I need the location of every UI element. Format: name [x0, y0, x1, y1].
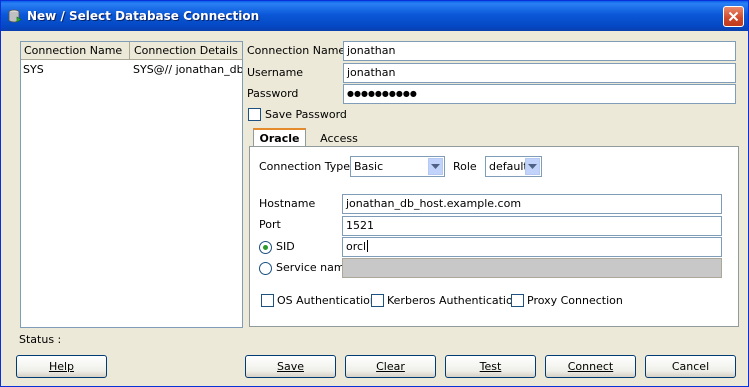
sid-input[interactable]: orcl [342, 237, 722, 257]
connection-type-value: Basic [354, 160, 384, 173]
close-button[interactable] [723, 6, 744, 27]
help-button[interactable]: Help [16, 355, 107, 378]
save-button[interactable]: Save [245, 355, 336, 378]
role-select[interactable]: default [485, 156, 542, 177]
column-header-connection-details[interactable]: Connection Details [131, 42, 242, 60]
sid-value: orcl [346, 240, 367, 253]
test-button[interactable]: Test [445, 355, 536, 378]
test-button-label: Test [479, 360, 502, 373]
connect-button[interactable]: Connect [545, 355, 636, 378]
service-name-label: Service name [276, 261, 352, 274]
hostname-input[interactable]: jonathan_db_host.example.com [342, 194, 722, 214]
text-cursor [367, 240, 369, 252]
role-label: Role [453, 160, 477, 173]
status-label: Status : [19, 333, 62, 346]
connection-details-cell: SYS@// jonathan_db... [133, 63, 242, 76]
connect-button-label: Connect [567, 360, 614, 373]
password-input[interactable]: ●●●●●●●●●● [343, 84, 736, 104]
kerberos-authentication-checkbox[interactable] [371, 294, 384, 307]
clear-button[interactable]: Clear [345, 355, 436, 378]
proxy-connection-label: Proxy Connection [527, 294, 623, 307]
password-label: Password [247, 87, 299, 100]
help-button-label: Help [48, 360, 75, 373]
service-name-radio[interactable] [259, 262, 272, 275]
hostname-label: Hostname [259, 197, 316, 210]
save-password-checkbox[interactable] [248, 108, 261, 121]
connection-type-select[interactable]: Basic [350, 156, 445, 177]
save-password-label: Save Password [265, 108, 347, 121]
oracle-tab-panel: Connection Type Basic Role default Hostn… [249, 146, 739, 327]
service-name-input [342, 258, 722, 278]
chevron-down-icon [428, 158, 443, 175]
port-input[interactable]: 1521 [342, 216, 722, 236]
os-authentication-checkbox[interactable] [261, 294, 274, 307]
proxy-connection-checkbox[interactable] [511, 294, 524, 307]
sid-radio[interactable] [259, 241, 272, 254]
tab-oracle[interactable]: Oracle [253, 128, 306, 148]
radio-selected-dot [263, 245, 268, 250]
connection-name-label: Connection Name [247, 44, 346, 57]
dialog-body: Connection Name Connection Details SYS S… [4, 32, 745, 384]
connection-name-input[interactable]: jonathan [343, 41, 736, 61]
chevron-down-icon [525, 158, 540, 175]
cancel-button[interactable]: Cancel [645, 355, 736, 378]
column-header-connection-name[interactable]: Connection Name [21, 42, 130, 60]
username-input[interactable]: jonathan [343, 63, 736, 83]
close-icon [728, 11, 739, 22]
table-row[interactable]: SYS SYS@// jonathan_db... [21, 61, 242, 79]
connection-name-cell: SYS [23, 63, 44, 76]
port-label: Port [259, 218, 281, 231]
window-title: New / Select Database Connection [27, 9, 260, 23]
os-authentication-label: OS Authentication [277, 294, 377, 307]
save-button-label: Save [276, 360, 304, 373]
database-icon [8, 9, 22, 23]
connection-type-label: Connection Type [259, 160, 351, 173]
table-header: Connection Name Connection Details [21, 42, 242, 60]
title-bar[interactable]: New / Select Database Connection [1, 1, 748, 31]
connections-table[interactable]: Connection Name Connection Details SYS S… [20, 41, 243, 328]
role-value: default [489, 160, 528, 173]
kerberos-authentication-label: Kerberos Authentication [387, 294, 520, 307]
sid-label: SID [276, 240, 295, 253]
clear-button-label: Clear [376, 360, 405, 373]
username-label: Username [247, 66, 304, 79]
cancel-button-label: Cancel [671, 360, 710, 373]
dialog-window: New / Select Database Connection Connect… [0, 0, 749, 387]
